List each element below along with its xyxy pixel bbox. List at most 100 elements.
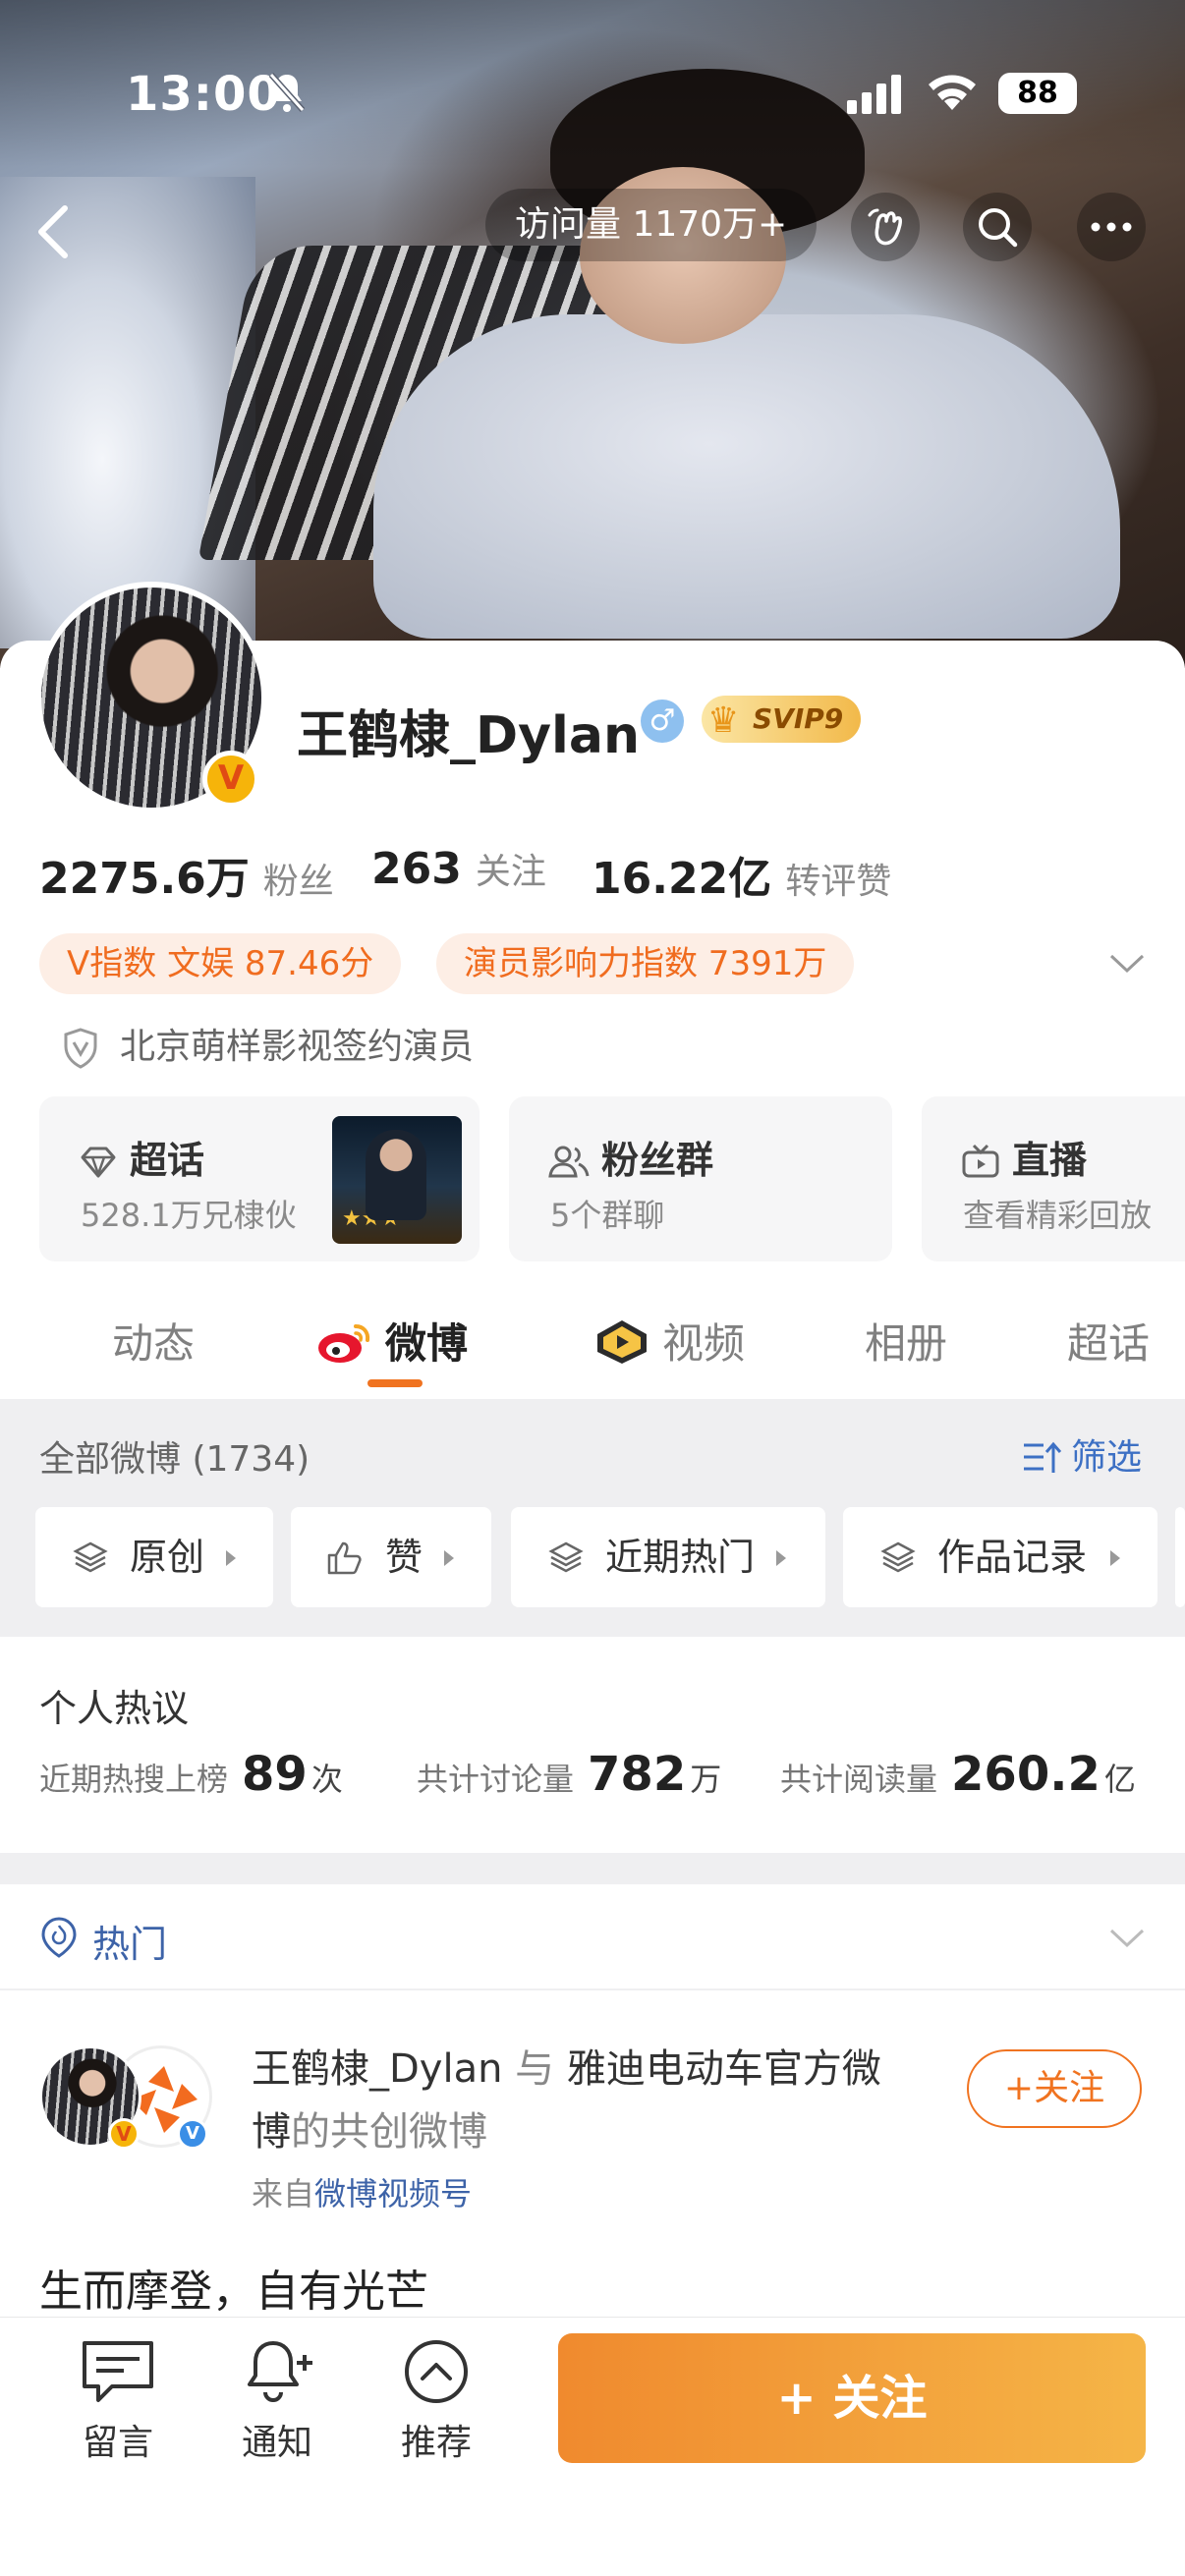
tv-icon — [962, 1144, 999, 1178]
more-button[interactable] — [1077, 193, 1146, 261]
back-arrow-icon[interactable] — [29, 202, 79, 261]
search-button[interactable] — [963, 193, 1032, 261]
weibo-post[interactable]: V V 王鹤棣_Dylan 与 雅迪电动车官方微 博的共创微博 来自微博视频号 +… — [0, 1992, 1185, 2317]
tab-dynamics[interactable]: 动态 — [112, 1311, 195, 1371]
chip-arrow-icon — [226, 1550, 236, 1566]
heat-discussion-unit: 万 — [690, 1761, 722, 1798]
recommend-button[interactable]: 推荐 — [377, 2337, 495, 2465]
heat-reads-value: 260.2 — [951, 1747, 1100, 1802]
weibo-logo-icon — [318, 1324, 370, 1363]
chip-like[interactable]: 赞 — [291, 1507, 491, 1607]
search-icon — [979, 208, 1018, 248]
mute-bell-icon — [268, 73, 306, 112]
stat-fans[interactable]: 2275.6万 粉丝 — [39, 843, 334, 906]
message-button[interactable]: 留言 — [59, 2337, 177, 2465]
organization-text: 北京萌样影视签约演员 — [120, 1027, 475, 1067]
tile-supertopic-title: 超话 — [130, 1139, 205, 1182]
more-dots-icon — [1091, 222, 1132, 232]
group-icon — [548, 1146, 590, 1178]
hot-pin-icon — [41, 1917, 77, 1958]
stat-fans-label: 粉丝 — [262, 862, 334, 902]
tab-weibo-label: 微博 — [385, 1319, 469, 1368]
post-cocreate-suffix: 的共创微博 — [291, 2109, 487, 2155]
tile-supertopic-subtitle: 528.1万兄棣伙 — [81, 1197, 297, 1234]
bottom-action-bar: 留言 通知 推荐 + 关注 — [0, 2317, 1185, 2576]
filter-button[interactable]: 筛选 — [1022, 1428, 1142, 1480]
tab-video[interactable]: 视频 — [593, 1311, 745, 1371]
chip-arrow-icon — [444, 1550, 454, 1566]
stat-following-value: 263 — [371, 844, 462, 894]
tab-weibo[interactable]: 微博 — [316, 1311, 468, 1371]
heat-discussion-value: 782 — [588, 1747, 687, 1802]
tile-fan-group-title: 粉丝群 — [601, 1139, 714, 1182]
post-author-name[interactable]: 王鹤棣_Dylan — [252, 2046, 502, 2092]
filter-label: 筛选 — [1070, 1437, 1142, 1478]
chip-like-label: 赞 — [385, 1536, 423, 1579]
shield-icon — [64, 1028, 97, 1069]
notify-button[interactable]: 通知 — [218, 2337, 336, 2465]
post-partner-name-cont[interactable]: 博 — [252, 2109, 291, 2155]
stat-reposts[interactable]: 16.22亿 转评赞 — [592, 843, 891, 906]
chip-recent-hot-label: 近期热门 — [605, 1536, 756, 1579]
layers-icon — [73, 1541, 108, 1573]
post-partner-name[interactable]: 雅迪电动车官方微 — [567, 2046, 881, 2092]
chevron-down-icon[interactable] — [1108, 953, 1146, 975]
profile-tabs: 动态 微博 视频 相册 超话 — [0, 1277, 1185, 1395]
hot-label: 热门 — [92, 1923, 168, 1966]
active-tab-indicator — [367, 1379, 423, 1387]
chip-original[interactable]: 原创 — [35, 1507, 273, 1607]
stat-following[interactable]: 263 关注 — [371, 843, 546, 894]
tile-live[interactable]: 直播 查看精彩回放 — [922, 1096, 1185, 1261]
wave-hand-icon — [868, 208, 902, 246]
heat-reads: 共计阅读量 260.2 亿 — [780, 1747, 1136, 1802]
chip-arrow-icon — [1110, 1550, 1120, 1566]
follow-button[interactable]: + 关注 — [558, 2333, 1146, 2463]
organization-info: 北京萌样影视签约演员 — [61, 1018, 474, 1070]
tab-supertopic[interactable]: 超话 — [1067, 1311, 1150, 1371]
section-divider — [0, 1853, 1185, 1884]
status-bar: 13:00 88 — [0, 0, 1185, 122]
tile-supertopic[interactable]: 超话 528.1万兄棣伙 ★★★ — [39, 1096, 480, 1261]
post-header-text: 王鹤棣_Dylan 与 雅迪电动车官方微 博的共创微博 — [252, 2038, 939, 2163]
follow-partner-button[interactable]: +关注 — [967, 2049, 1142, 2128]
diamond-icon — [81, 1147, 116, 1178]
male-gender-icon: ♂ — [641, 700, 684, 743]
stat-reposts-label: 转评赞 — [785, 862, 892, 902]
status-time: 13:00 — [126, 67, 281, 122]
tile-fan-group[interactable]: 粉丝群 5个群聊 — [509, 1096, 892, 1261]
top-nav: 访问量 1170万+ — [0, 177, 1185, 285]
chevron-up-circle-icon — [405, 2340, 468, 2403]
wave-button[interactable] — [851, 193, 920, 261]
post-source: 来自微博视频号 — [252, 2169, 472, 2214]
heat-hot-search-label: 近期热搜上榜 — [39, 1761, 229, 1798]
chevron-down-icon[interactable] — [1108, 1928, 1146, 1949]
hot-section-header[interactable]: 热门 — [0, 1884, 1185, 1990]
post-source-prefix: 来自 — [252, 2175, 315, 2212]
svip-label: SVIP9 — [753, 702, 844, 735]
heat-discussion: 共计讨论量 782 万 — [417, 1747, 721, 1802]
all-weibo-count: 全部微博 (1734) — [39, 1439, 310, 1480]
chip-recent-hot[interactable]: 近期热门 — [511, 1507, 825, 1607]
v-index-tag[interactable]: V指数 文娱 87.46分 — [39, 933, 402, 994]
actor-influence-tag[interactable]: 演员影响力指数 7391万 — [436, 933, 855, 994]
crown-icon: ♛ — [707, 700, 740, 741]
tile-live-title: 直播 — [1012, 1139, 1088, 1182]
filter-icon — [1023, 1441, 1062, 1473]
partner-verified-badge: V — [177, 2118, 208, 2150]
chip-works[interactable]: 作品记录 — [843, 1507, 1157, 1607]
post-content[interactable]: 生而摩登，自有光芒 — [39, 2256, 428, 2319]
heat-reads-unit: 亿 — [1103, 1761, 1136, 1798]
battery-indicator: 88 — [998, 73, 1077, 114]
post-source-link[interactable]: 微博视频号 — [314, 2175, 472, 2212]
tab-album[interactable]: 相册 — [865, 1311, 947, 1371]
heat-hot-search: 近期热搜上榜 89 次 — [39, 1747, 343, 1802]
message-icon — [83, 2341, 153, 2402]
author-verified-badge: V — [108, 2118, 140, 2150]
bell-plus-icon — [248, 2341, 312, 2402]
svip-badge[interactable]: ♛ SVIP9 — [702, 696, 862, 743]
visit-count-pill[interactable]: 访问量 1170万+ — [485, 189, 818, 261]
banner-pillow — [373, 314, 1120, 639]
heat-hot-search-unit: 次 — [310, 1761, 343, 1798]
verified-v-badge: V — [202, 751, 259, 808]
personal-heat-section[interactable]: 个人热议 近期热搜上榜 89 次 共计讨论量 782 万 共计阅读量 260.2 亿 — [0, 1637, 1185, 1853]
